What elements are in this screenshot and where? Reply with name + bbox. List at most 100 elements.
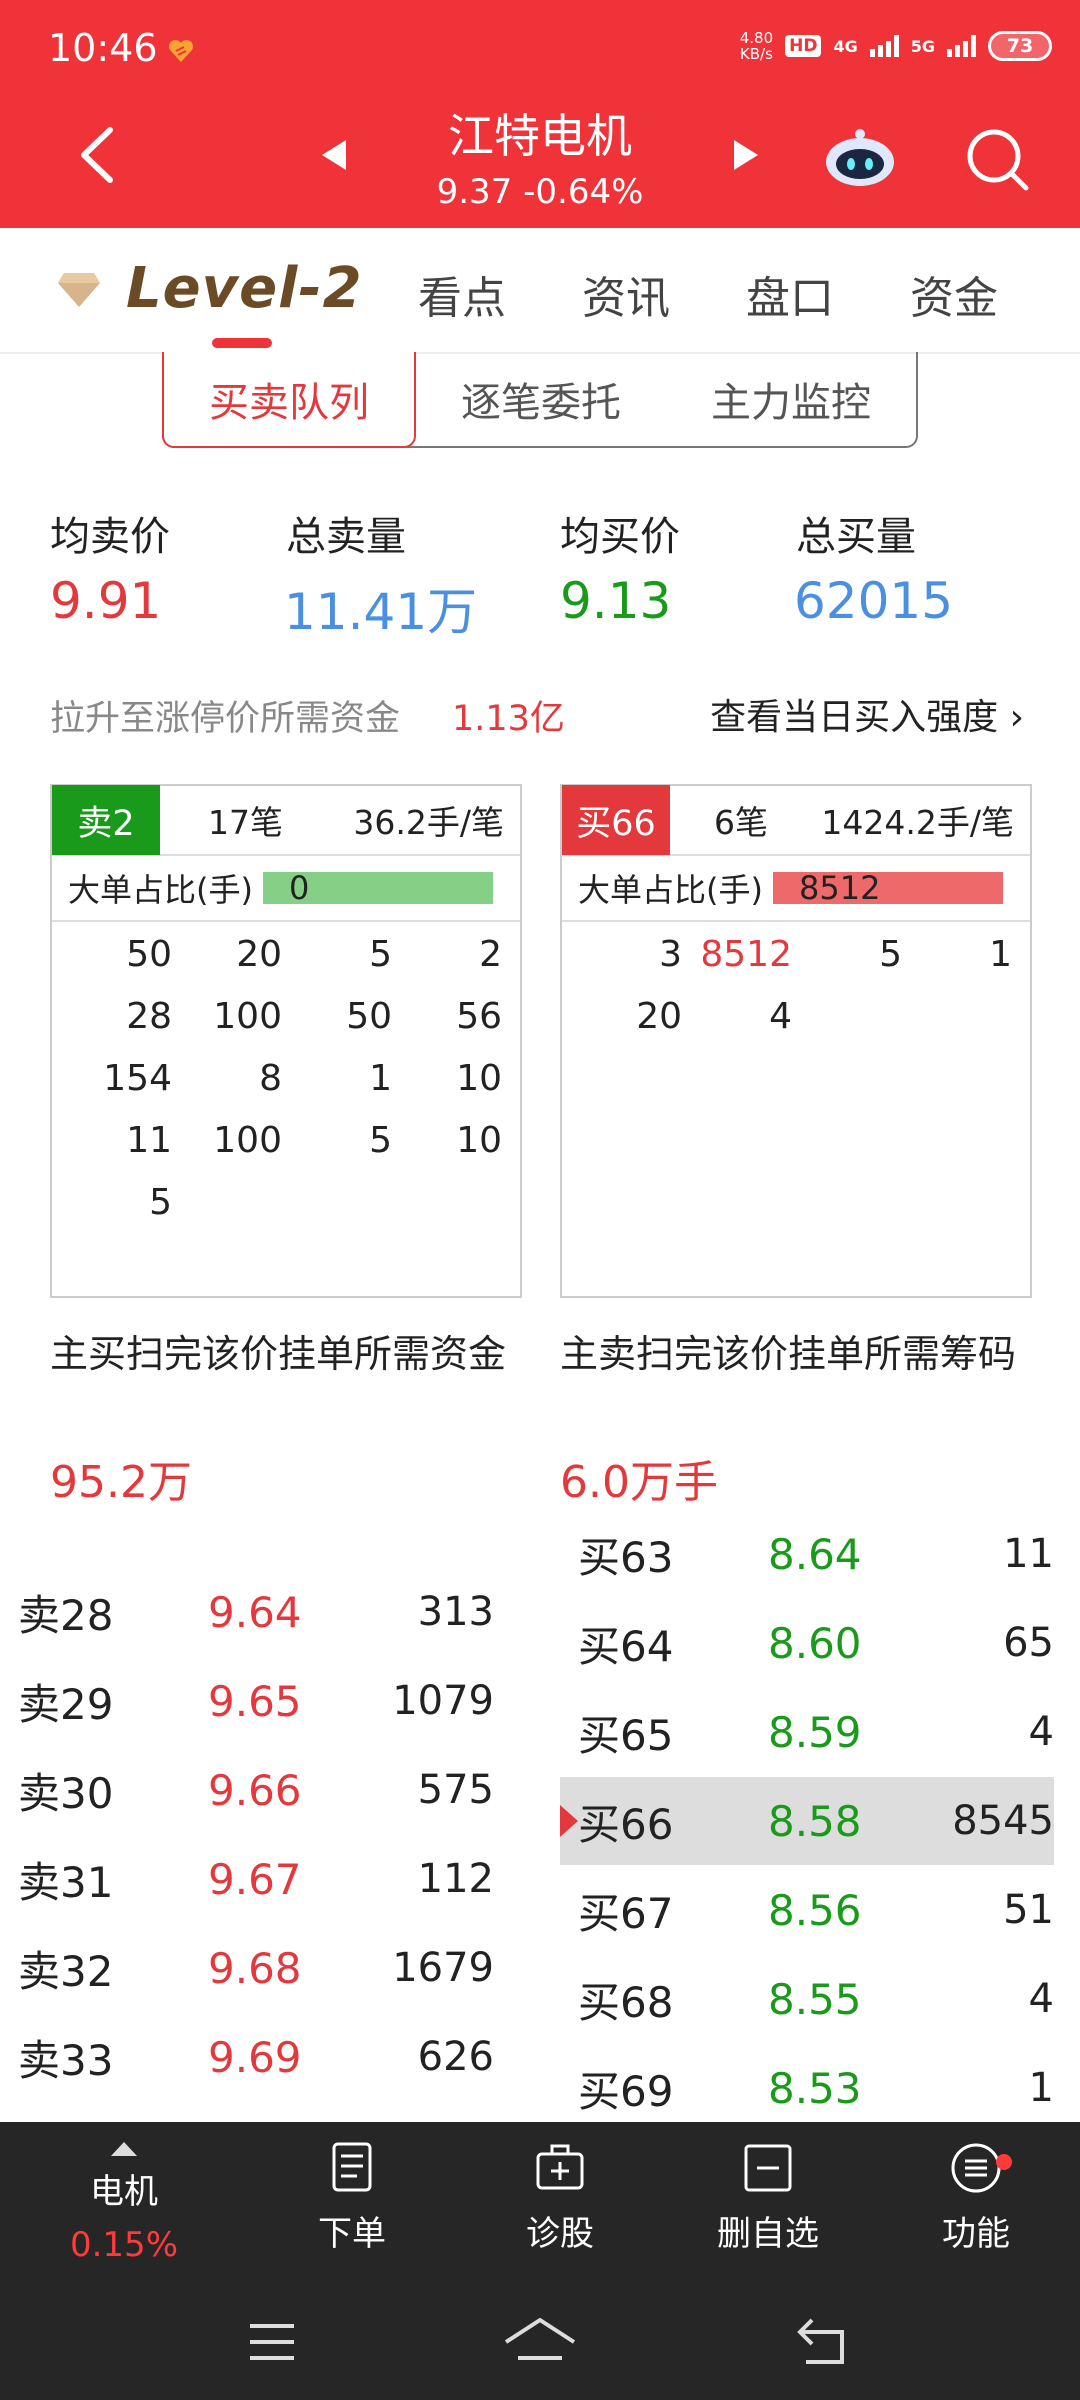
buy-book-name: 买66 <box>578 1799 674 1849</box>
buy-book-vol: 51 <box>1003 1887 1054 1933</box>
next-stock-icon[interactable] <box>732 138 762 172</box>
tab-handicap[interactable]: 盘口 <box>746 262 834 326</box>
total-sell-value: 11.41万 <box>284 583 478 641</box>
sell-queue-panel: 卖2 17笔 36.2手/笔 大单占比(手) 0 50 20 5 2 28 100 50 56… <box>50 784 522 1298</box>
stock-quote: 9.37 -0.64% <box>436 172 644 212</box>
segment-buy-sell-queue[interactable]: 买卖队列 <box>162 352 416 448</box>
sell-queue-grid: 50 20 5 2 28 100 50 56 154 8 1 10 11 100 5 10 5 <box>52 922 520 1228</box>
avg-buy-label: 均买价 <box>560 514 680 560</box>
stock-name: 江特电机 <box>448 109 632 163</box>
sell-book-row[interactable]: 卖33 9.69 626 <box>18 2013 494 2101</box>
sell-book-price: 9.66 <box>208 1765 302 1815</box>
tab-level2[interactable]: Level-2 <box>56 256 363 321</box>
network-5g-label: 5G <box>910 36 935 56</box>
total-buy-value: 62015 <box>794 572 954 630</box>
order-button[interactable]: 下单 <box>282 2140 422 2255</box>
queue-cell <box>792 996 902 1042</box>
buy-book-price: 8.64 <box>768 1529 862 1579</box>
menu-icon[interactable] <box>242 2312 302 2372</box>
minus-box-icon <box>744 2144 792 2192</box>
sell-book-row[interactable]: 卖31 9.67 112 <box>18 1835 494 1923</box>
queue-cell: 8 <box>259 1058 282 1099</box>
raise-to-limit-value: 1.13亿 <box>452 699 565 739</box>
hd-icon: HD <box>785 35 822 57</box>
queue-cell: 100 <box>213 996 282 1037</box>
functions-button[interactable]: 功能 <box>906 2140 1046 2255</box>
search-icon[interactable] <box>962 124 1032 194</box>
sell-sweep-value: 6.0万手 <box>560 1457 718 1508</box>
queue-cell <box>902 996 1012 1042</box>
segment-tick-orders[interactable]: 逐笔委托 <box>416 352 666 446</box>
sector-change: 0.15% <box>69 2225 178 2265</box>
battery-icon: 73 <box>988 31 1052 61</box>
diagnose-button[interactable]: 诊股 <box>490 2140 630 2255</box>
buy-queue-grid: 3 8512 5 1 20 4 <box>562 922 1030 1042</box>
buy-book-row[interactable]: 买66 8.58 8545 <box>560 1777 1054 1865</box>
buy-queue-panel: 买66 6笔 1424.2手/笔 大单占比(手) 8512 3 8512 5 1 20 4 <box>560 784 1032 1298</box>
buy-book-row[interactable]: 买67 8.56 51 <box>560 1866 1054 1954</box>
buy-book-vol: 4 <box>1028 1976 1054 2022</box>
avg-sell-label: 均卖价 <box>50 514 170 560</box>
buy-book-row[interactable]: 买68 8.55 4 <box>560 1955 1054 2043</box>
buy-book-name: 买68 <box>578 1977 674 2027</box>
network-4g-label: 4G <box>833 36 858 56</box>
queue-cell: 5 <box>149 1182 172 1223</box>
level2-label: Level-2 <box>126 256 363 321</box>
robot-assistant-icon[interactable] <box>822 126 898 190</box>
buy-big-order-ratio: 大单占比(手) 8512 <box>562 856 1030 922</box>
bottom-toolbar: 电机 0.15% 下单 诊股 删自选 功能 <box>0 2122 1080 2400</box>
order-document-icon <box>332 2142 372 2192</box>
buy-strength-link[interactable]: 查看当日买入强度 › <box>710 688 1024 740</box>
sell-order-count: 17笔 <box>208 803 283 842</box>
queue-cell: 50 <box>346 996 392 1037</box>
buy-queue-header: 买66 6笔 1424.2手/笔 <box>562 785 1030 856</box>
buy-book-name: 买69 <box>578 2066 674 2116</box>
sell-book-row[interactable]: 卖32 9.68 1679 <box>18 1924 494 2012</box>
buy-sweep-label: 主买扫完该价挂单所需资金 <box>50 1332 507 1376</box>
tab-funds[interactable]: 资金 <box>910 262 998 326</box>
queue-cell: 10 <box>456 1058 502 1099</box>
status-bar: 10:46 4.80 KB/s HD 4G 5G 73 <box>0 0 1080 100</box>
sell-book-price: 9.67 <box>208 1854 302 1904</box>
diamond-icon <box>58 272 100 307</box>
buy-book-row[interactable]: 买64 8.60 65 <box>560 1599 1054 1687</box>
tab-highlights[interactable]: 看点 <box>418 262 506 326</box>
signal-bars-icon <box>947 35 976 57</box>
queue-cell: 8512 <box>700 934 792 975</box>
active-tab-indicator <box>212 338 272 348</box>
buy-book-row[interactable]: 买63 8.64 11 <box>560 1510 1054 1598</box>
sell-book-vol: 626 <box>417 2034 494 2080</box>
network-speed: 4.80 KB/s <box>739 29 774 63</box>
segment-main-monitor[interactable]: 主力监控 <box>666 352 916 446</box>
buy-order-count: 6笔 <box>714 803 768 842</box>
avg-sell-value: 9.91 <box>50 572 162 630</box>
tab-row: Level-2 看点 资讯 盘口 资金 <box>0 228 1080 354</box>
sell-book-vol: 1079 <box>392 1678 494 1724</box>
sell-avg-per-order: 36.2手/笔 <box>353 803 504 842</box>
sector-button[interactable]: 电机 0.15% <box>54 2140 194 2265</box>
sell-book-row[interactable]: 卖28 9.64 313 <box>18 1568 494 1656</box>
big-order-ratio-label: 大单占比(手) <box>68 871 253 909</box>
sell-book-name: 卖28 <box>18 1590 114 1640</box>
sell-book-row[interactable]: 卖30 9.66 575 <box>18 1746 494 1834</box>
back-icon[interactable] <box>792 2312 852 2372</box>
remove-watchlist-button[interactable]: 删自选 <box>698 2140 838 2255</box>
buy-book-row[interactable]: 买65 8.59 4 <box>560 1688 1054 1776</box>
queue-cell: 1 <box>989 934 1012 975</box>
sell-book-price: 9.69 <box>208 2032 302 2082</box>
sell-book-price: 9.68 <box>208 1943 302 1993</box>
buy-big-order-bar: 8512 <box>772 869 1003 907</box>
raise-to-limit-label: 拉升至涨停价所需资金 <box>50 699 401 739</box>
avg-buy-value: 9.13 <box>560 572 672 630</box>
remove-watchlist-label: 删自选 <box>717 2214 819 2254</box>
buy-book-row[interactable]: 买69 8.53 1 <box>560 2044 1054 2132</box>
notification-dot <box>996 2154 1012 2170</box>
sell-queue-header: 卖2 17笔 36.2手/笔 <box>52 785 520 856</box>
buy-book-vol: 8545 <box>952 1798 1054 1844</box>
sell-book-vol: 575 <box>417 1767 494 1813</box>
sell-book-row[interactable]: 卖29 9.65 1079 <box>18 1657 494 1745</box>
tab-news[interactable]: 资讯 <box>582 262 670 326</box>
home-icon[interactable] <box>502 2312 578 2372</box>
sell-book-name: 卖30 <box>18 1768 114 1818</box>
queue-cell: 50 <box>126 934 172 975</box>
